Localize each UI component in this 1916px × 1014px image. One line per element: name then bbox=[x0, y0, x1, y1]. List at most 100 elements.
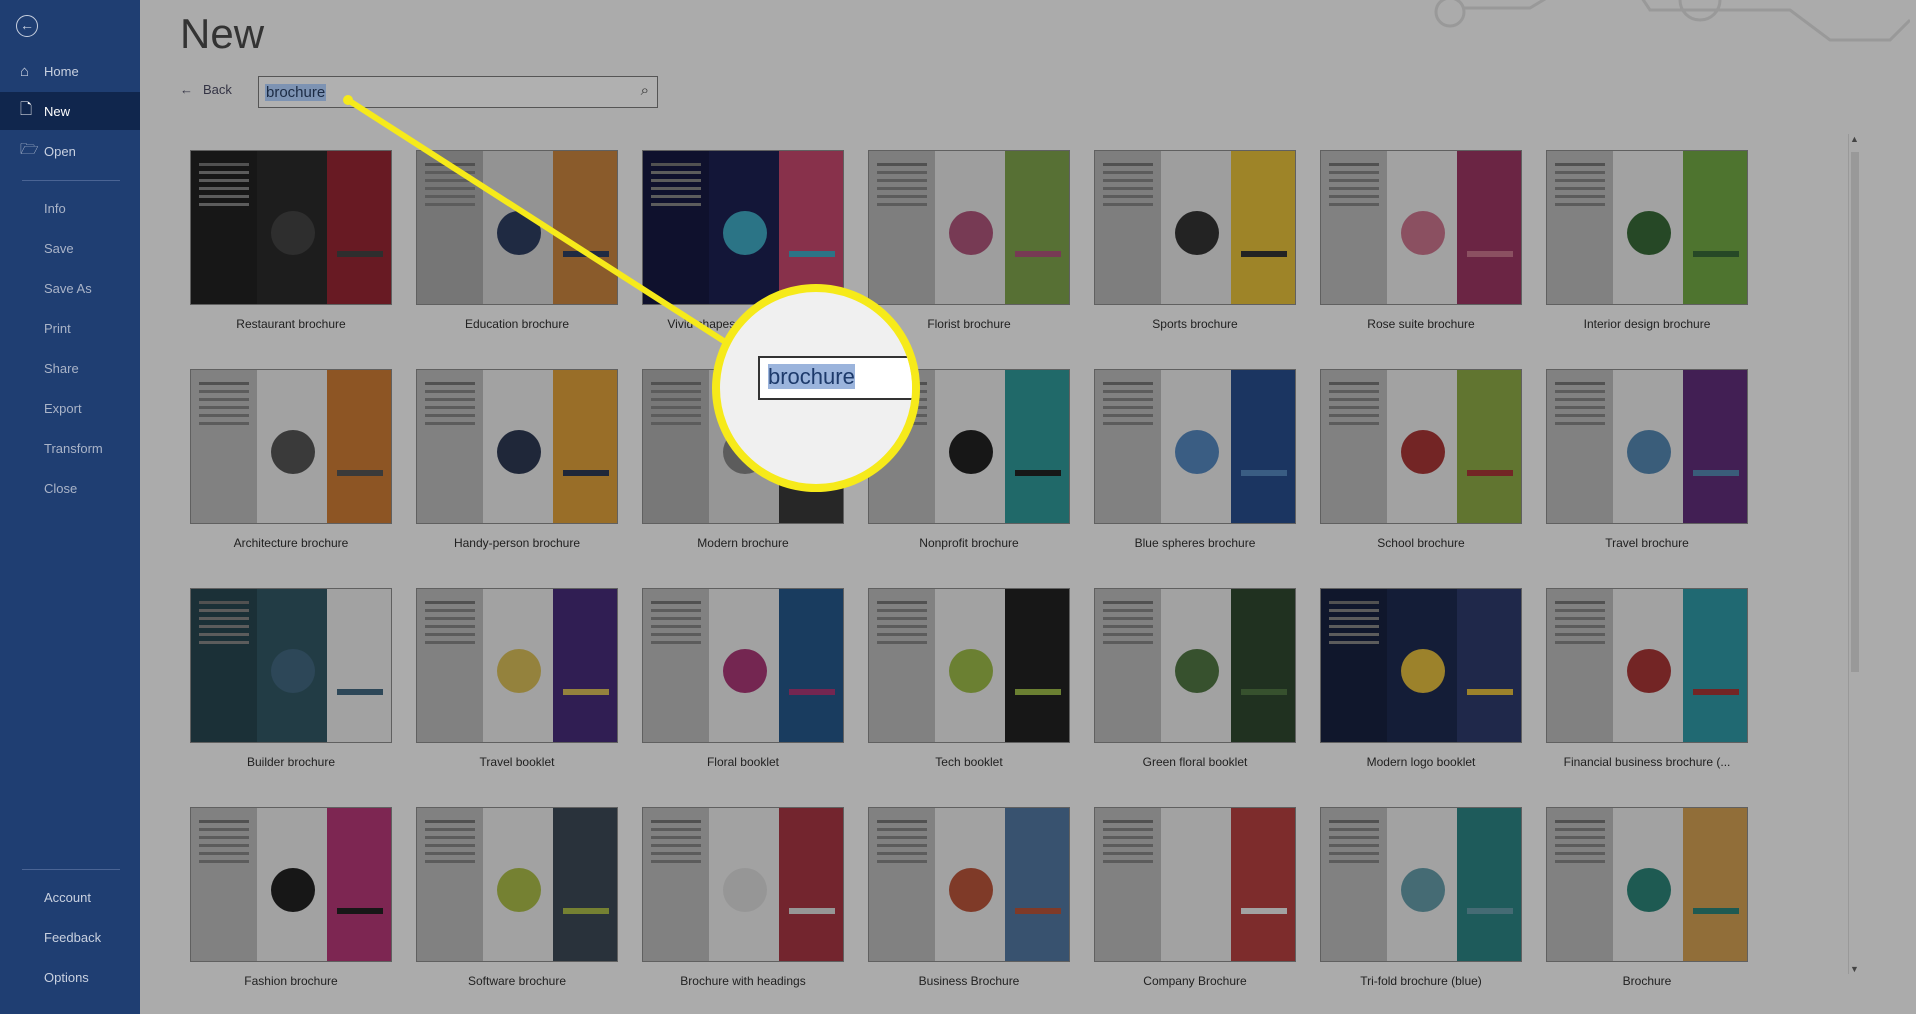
template-thumbnail[interactable] bbox=[868, 807, 1070, 962]
template-thumbnail[interactable] bbox=[1546, 369, 1748, 524]
sidebar-item-transform[interactable]: Transform bbox=[0, 429, 140, 467]
scroll-up-icon[interactable]: ▲ bbox=[1850, 134, 1859, 144]
sidebar-item-close[interactable]: Close bbox=[0, 469, 140, 507]
template-thumbnail[interactable] bbox=[642, 150, 844, 305]
sidebar-item-save-as[interactable]: Save As bbox=[0, 269, 140, 307]
template-label: Tri-fold brochure (blue) bbox=[1360, 974, 1482, 988]
template-thumbnail[interactable] bbox=[190, 588, 392, 743]
template-thumbnail[interactable] bbox=[1320, 807, 1522, 962]
search-input[interactable]: brochure ⌕ bbox=[258, 76, 658, 108]
template-tile[interactable]: Floral booklet bbox=[642, 588, 844, 769]
scroll-down-icon[interactable]: ▼ bbox=[1850, 964, 1859, 974]
scrollbar-thumb[interactable] bbox=[1851, 152, 1859, 672]
template-thumbnail[interactable] bbox=[642, 588, 844, 743]
scrollbar[interactable]: ▲ ▼ bbox=[1848, 134, 1860, 974]
sidebar-item-account[interactable]: Account bbox=[0, 878, 140, 916]
sidebar: ← ⌂ Home 🗋 New 🗁 Open Info Save Save As Print Shar… bbox=[0, 0, 140, 1014]
folder-open-icon: 🗁 bbox=[20, 140, 39, 158]
template-tile[interactable]: Rose suite brochure bbox=[1320, 150, 1522, 331]
template-tile[interactable]: School brochure bbox=[1320, 369, 1522, 550]
template-tile[interactable]: Travel brochure bbox=[1546, 369, 1748, 550]
template-tile[interactable]: Blue spheres brochure bbox=[1094, 369, 1296, 550]
template-tile[interactable]: Modern logo booklet bbox=[1320, 588, 1522, 769]
back-button[interactable]: ← Back bbox=[180, 82, 232, 97]
template-label: Financial business brochure (... bbox=[1563, 755, 1731, 769]
template-thumbnail[interactable] bbox=[416, 150, 618, 305]
magnified-search-text: brochure bbox=[768, 364, 855, 389]
sidebar-item-print[interactable]: Print bbox=[0, 309, 140, 347]
template-thumbnail[interactable] bbox=[1320, 150, 1522, 305]
sidebar-item-share[interactable]: Share bbox=[0, 349, 140, 387]
template-tile[interactable]: Restaurant brochure bbox=[190, 150, 392, 331]
template-tile[interactable]: Travel booklet bbox=[416, 588, 618, 769]
template-tile[interactable]: Education brochure bbox=[416, 150, 618, 331]
template-thumbnail[interactable] bbox=[1320, 369, 1522, 524]
template-label: Tech booklet bbox=[935, 755, 1003, 769]
template-tile[interactable]: Builder brochure bbox=[190, 588, 392, 769]
sidebar-item-export[interactable]: Export bbox=[0, 389, 140, 427]
template-tile[interactable]: Financial business brochure (... bbox=[1546, 588, 1748, 769]
sidebar-item-home[interactable]: ⌂ Home bbox=[0, 52, 140, 90]
template-tile[interactable]: Green floral booklet bbox=[1094, 588, 1296, 769]
sidebar-item-info[interactable]: Info bbox=[0, 189, 140, 227]
template-label: Builder brochure bbox=[246, 755, 336, 769]
sidebar-item-feedback[interactable]: Feedback bbox=[0, 918, 140, 956]
template-thumbnail[interactable] bbox=[416, 807, 618, 962]
template-thumbnail[interactable] bbox=[190, 369, 392, 524]
sidebar-divider bbox=[22, 180, 120, 181]
magnifier-callout: brochure bbox=[712, 284, 920, 492]
template-thumbnail[interactable] bbox=[1546, 807, 1748, 962]
sidebar-item-open[interactable]: 🗁 Open bbox=[0, 132, 140, 170]
template-tile[interactable]: Florist brochure bbox=[868, 150, 1070, 331]
template-thumbnail[interactable] bbox=[416, 369, 618, 524]
template-thumbnail[interactable] bbox=[642, 807, 844, 962]
template-thumbnail[interactable] bbox=[868, 588, 1070, 743]
template-thumbnail[interactable] bbox=[190, 150, 392, 305]
template-tile[interactable]: Sports brochure bbox=[1094, 150, 1296, 331]
template-tile[interactable]: Brochure with headings bbox=[642, 807, 844, 988]
template-tile[interactable]: Handy-person brochure bbox=[416, 369, 618, 550]
template-tile[interactable]: Fashion brochure bbox=[190, 807, 392, 988]
sidebar-item-label: New bbox=[44, 103, 71, 119]
template-label: Rose suite brochure bbox=[1367, 317, 1475, 331]
back-label: Back bbox=[203, 82, 232, 97]
template-label: Modern brochure bbox=[697, 536, 789, 550]
template-label: Travel booklet bbox=[479, 755, 555, 769]
template-thumbnail[interactable] bbox=[1094, 807, 1296, 962]
sidebar-item-options[interactable]: Options bbox=[0, 958, 140, 996]
template-thumbnail[interactable] bbox=[1320, 588, 1522, 743]
template-tile[interactable]: Architecture brochure bbox=[190, 369, 392, 550]
template-label: Handy-person brochure bbox=[453, 536, 581, 550]
back-arrow-icon: ← bbox=[180, 82, 193, 97]
template-thumbnail[interactable] bbox=[868, 150, 1070, 305]
template-tile[interactable]: Brochure bbox=[1546, 807, 1748, 988]
sidebar-item-save[interactable]: Save bbox=[0, 229, 140, 267]
template-thumbnail[interactable] bbox=[1546, 588, 1748, 743]
template-thumbnail[interactable] bbox=[1094, 150, 1296, 305]
template-tile[interactable]: Interior design brochure bbox=[1546, 150, 1748, 331]
template-thumbnail[interactable] bbox=[1094, 369, 1296, 524]
search-icon[interactable]: ⌕ bbox=[641, 82, 649, 99]
sidebar-divider bbox=[22, 869, 120, 870]
new-document-icon: 🗋 bbox=[20, 100, 33, 118]
back-arrow-circle-icon[interactable]: ← bbox=[16, 15, 38, 37]
template-tile[interactable]: Business Brochure bbox=[868, 807, 1070, 988]
template-label: Education brochure bbox=[464, 317, 570, 331]
template-thumbnail[interactable] bbox=[416, 588, 618, 743]
template-thumbnail[interactable] bbox=[1546, 150, 1748, 305]
template-tile[interactable]: Tri-fold brochure (blue) bbox=[1320, 807, 1522, 988]
template-thumbnail[interactable] bbox=[1094, 588, 1296, 743]
home-icon: ⌂ bbox=[20, 62, 30, 80]
template-tile[interactable]: Software brochure bbox=[416, 807, 618, 988]
sidebar-item-label: Open bbox=[44, 143, 76, 159]
template-tile[interactable]: Company Brochure bbox=[1094, 807, 1296, 988]
template-label: Architecture brochure bbox=[233, 536, 349, 550]
template-label: Sports brochure bbox=[1152, 317, 1238, 331]
page-title: New bbox=[180, 10, 265, 57]
search-value: brochure bbox=[265, 83, 327, 101]
template-label: School brochure bbox=[1377, 536, 1465, 550]
template-tile[interactable]: Tech booklet bbox=[868, 588, 1070, 769]
template-label: Blue spheres brochure bbox=[1134, 536, 1256, 550]
sidebar-item-new[interactable]: 🗋 New bbox=[0, 92, 140, 130]
template-thumbnail[interactable] bbox=[190, 807, 392, 962]
